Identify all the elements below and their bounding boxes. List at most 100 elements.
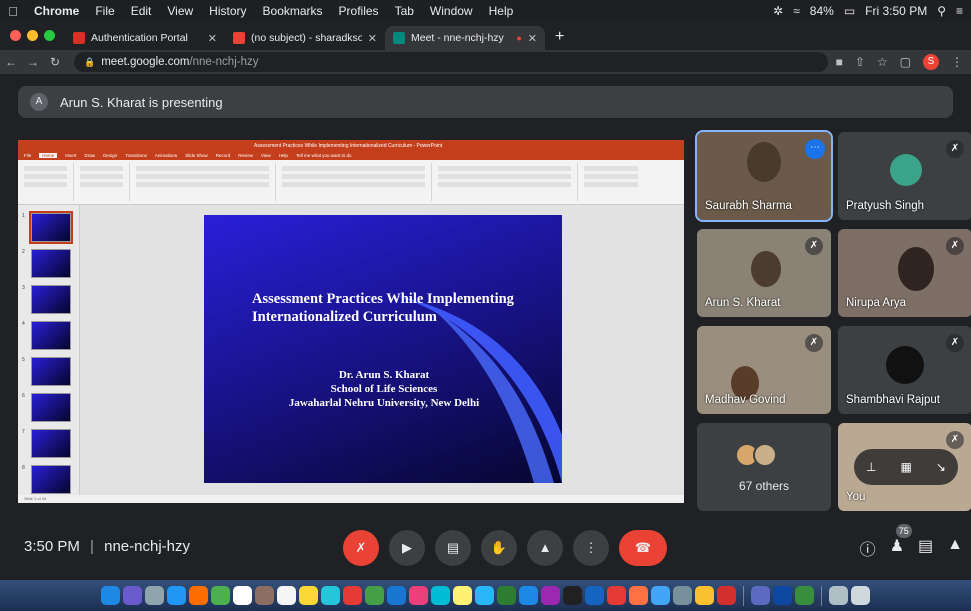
- apple-icon[interactable]: : [0, 4, 26, 19]
- camera-in-use-icon[interactable]: ■: [836, 55, 843, 69]
- calendar-icon[interactable]: [277, 586, 296, 605]
- keynote-icon[interactable]: [651, 586, 670, 605]
- menu-profiles[interactable]: Profiles: [331, 4, 387, 18]
- menu-file[interactable]: File: [87, 4, 122, 18]
- raise-hand-button[interactable]: ✋: [481, 530, 517, 566]
- more-options-icon[interactable]: ⋯: [805, 139, 825, 159]
- textedit-icon[interactable]: [695, 586, 714, 605]
- music-icon[interactable]: [409, 586, 428, 605]
- control-center-icon[interactable]: ≡: [956, 4, 963, 18]
- trash-icon[interactable]: [851, 586, 870, 605]
- maximize-window-icon[interactable]: [44, 30, 55, 41]
- participant-tile-saurabh[interactable]: ⋯ Saurabh Sharma: [695, 130, 833, 222]
- spotlight-icon[interactable]: ⚲: [937, 4, 946, 18]
- address-bar[interactable]: 🔒 meet.google.com/nne-nchj-hzy: [74, 52, 828, 72]
- menu-app-name[interactable]: Chrome: [26, 4, 87, 18]
- preview-icon[interactable]: [233, 586, 252, 605]
- back-icon[interactable]: ←: [0, 55, 22, 69]
- profile-avatar[interactable]: S: [923, 54, 939, 70]
- slide-thumbnail[interactable]: [31, 321, 71, 350]
- teams-icon[interactable]: [773, 586, 792, 605]
- menubar-datetime[interactable]: Fri 3:50 PM: [865, 4, 927, 18]
- downloads-stack-icon[interactable]: [751, 586, 770, 605]
- launchpad-icon[interactable]: [145, 586, 164, 605]
- appstore-icon[interactable]: [387, 586, 406, 605]
- facetime-icon[interactable]: [497, 586, 516, 605]
- others-tile[interactable]: 67 others: [697, 423, 831, 511]
- desktop-stack-icon[interactable]: [829, 586, 848, 605]
- captions-button[interactable]: ▤: [435, 530, 471, 566]
- messages-icon[interactable]: [365, 586, 384, 605]
- reload-icon[interactable]: ↻: [44, 55, 66, 69]
- podcasts-icon[interactable]: [541, 586, 560, 605]
- excel-icon[interactable]: [795, 586, 814, 605]
- meet-icon[interactable]: [519, 586, 538, 605]
- tab-meet[interactable]: Meet - nne-nchj-hzy ● ✕: [385, 26, 545, 50]
- battery-percent[interactable]: 84%: [810, 4, 834, 18]
- maps-icon[interactable]: [321, 586, 340, 605]
- participant-tile-shambhavi[interactable]: ✗ Shambhavi Rajput: [838, 326, 971, 414]
- camera-button[interactable]: ▶: [389, 530, 425, 566]
- menu-view[interactable]: View: [159, 4, 201, 18]
- chrome-menu-icon[interactable]: ⋮: [951, 55, 963, 69]
- stickies-icon[interactable]: [299, 586, 318, 605]
- people-button[interactable]: 75 ♟: [890, 524, 912, 560]
- menu-bookmarks[interactable]: Bookmarks: [255, 4, 331, 18]
- zoom-icon[interactable]: [475, 586, 494, 605]
- system-preferences-icon[interactable]: [673, 586, 692, 605]
- pin-icon[interactable]: ⊥: [866, 460, 876, 474]
- side-panel-icon[interactable]: ▢: [900, 55, 911, 69]
- powerpoint-icon[interactable]: [607, 586, 626, 605]
- firefox-icon[interactable]: [189, 586, 208, 605]
- activities-icon[interactable]: ▲: [947, 536, 963, 560]
- bookmark-star-icon[interactable]: ☆: [877, 55, 888, 69]
- meeting-details-icon[interactable]: ⓘ: [860, 536, 876, 560]
- participant-tile-pratyush[interactable]: ✗ Pratyush Singh: [838, 132, 971, 220]
- leave-call-button[interactable]: ☎: [619, 530, 667, 566]
- slide-thumbnail[interactable]: [31, 249, 71, 278]
- bluetooth-icon[interactable]: ✲: [773, 4, 783, 18]
- notes-icon[interactable]: [255, 586, 274, 605]
- forward-icon[interactable]: →: [22, 55, 44, 69]
- chrome-icon[interactable]: [211, 586, 230, 605]
- tab-authentication-portal[interactable]: Authentication Portal ✕: [65, 26, 225, 50]
- skype-icon[interactable]: [431, 586, 450, 605]
- wifi-icon[interactable]: ≈: [793, 4, 800, 18]
- new-tab-button[interactable]: +: [545, 28, 574, 50]
- tab-gmail[interactable]: (no subject) - sharadksoni@gm ✕: [225, 26, 385, 50]
- menu-edit[interactable]: Edit: [123, 4, 160, 18]
- tv-icon[interactable]: [563, 586, 582, 605]
- siri-icon[interactable]: [123, 586, 142, 605]
- self-tile[interactable]: ✗ ⊥ ▦ ↘ You: [838, 423, 971, 511]
- share-icon[interactable]: ⇧: [855, 55, 865, 69]
- slide-thumbnail[interactable]: [29, 211, 73, 244]
- notes-app-icon[interactable]: [453, 586, 472, 605]
- slide-thumbnail[interactable]: [31, 357, 71, 386]
- present-button[interactable]: ▲: [527, 530, 563, 566]
- finder-icon[interactable]: [101, 586, 120, 605]
- acrobat-icon[interactable]: [717, 586, 736, 605]
- menu-history[interactable]: History: [201, 4, 254, 18]
- word-icon[interactable]: [585, 586, 604, 605]
- safari-icon[interactable]: [167, 586, 186, 605]
- mic-off-button[interactable]: ✗: [343, 530, 379, 566]
- participant-tile-nirupa[interactable]: ✗ Nirupa Arya: [838, 229, 971, 317]
- slide-thumbnail[interactable]: [31, 465, 71, 494]
- menu-window[interactable]: Window: [422, 4, 481, 18]
- menu-help[interactable]: Help: [481, 4, 522, 18]
- menu-tab[interactable]: Tab: [387, 4, 422, 18]
- minimize-window-icon[interactable]: [27, 30, 38, 41]
- close-tab-icon[interactable]: ✕: [368, 32, 377, 45]
- frame-icon[interactable]: ▦: [901, 460, 912, 474]
- minimize-icon[interactable]: ↘: [936, 460, 946, 474]
- books-icon[interactable]: [629, 586, 648, 605]
- close-tab-icon[interactable]: ✕: [208, 32, 217, 45]
- close-window-icon[interactable]: [10, 30, 21, 41]
- close-tab-icon[interactable]: ✕: [528, 32, 537, 45]
- chat-icon[interactable]: ▤: [918, 536, 933, 560]
- slide-thumbnail[interactable]: [31, 393, 71, 422]
- slide-thumbnail[interactable]: [31, 285, 71, 314]
- photos-icon[interactable]: [343, 586, 362, 605]
- participant-tile-madhav[interactable]: ✗ Madhav Govind: [697, 326, 831, 414]
- more-options-button[interactable]: ⋮: [573, 530, 609, 566]
